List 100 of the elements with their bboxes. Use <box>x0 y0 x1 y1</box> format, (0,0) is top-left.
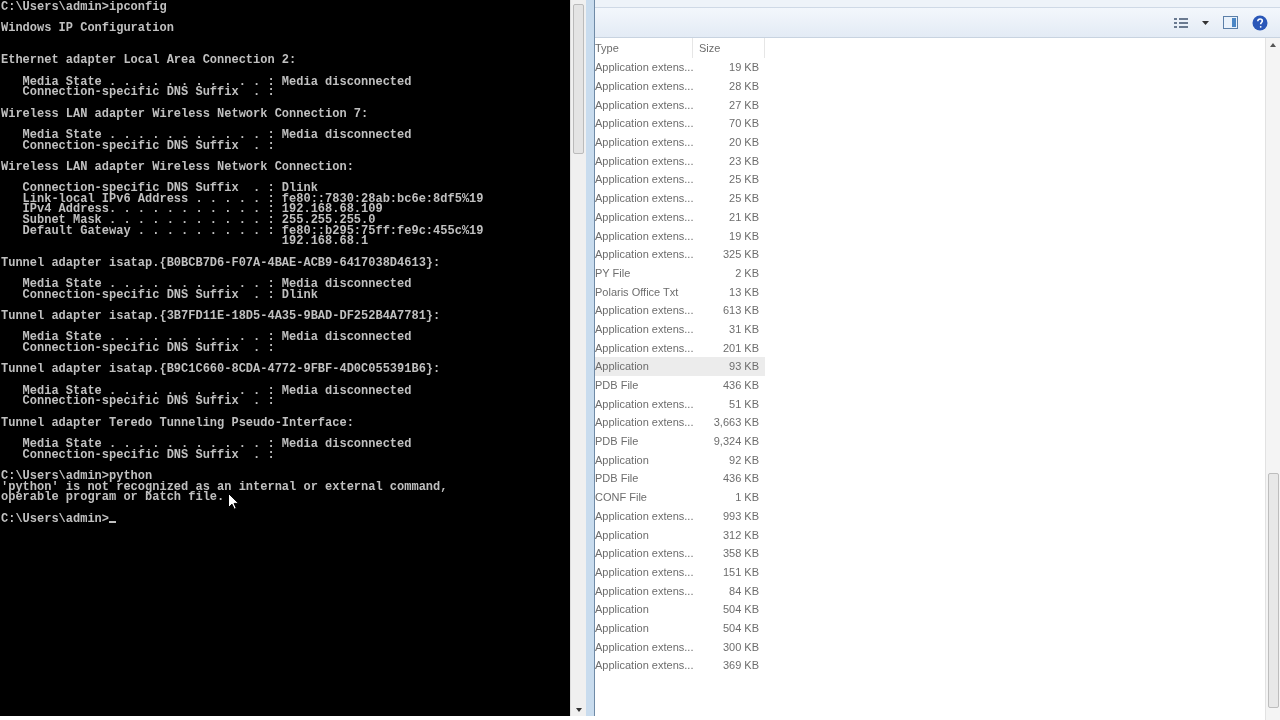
file-type: PDB File <box>595 434 640 449</box>
file-row[interactable]: Application extens... 3,663 KB <box>595 413 765 432</box>
file-size: 28 KB <box>728 79 759 94</box>
file-type: Application extens... <box>595 658 695 673</box>
file-type: Application extens... <box>595 340 695 355</box>
console-line: Tunnel adapter isatap.{B9C1C660-8CDA-4772-9FBF-4D0C055391B6}: <box>1 362 441 377</box>
file-row[interactable]: Application extens... 19 KB <box>595 226 765 245</box>
file-type: Application extens... <box>595 228 695 243</box>
console-line: C:\Users\admin>ipconfig <box>1 0 167 14</box>
console-line: C:\Users\admin>python <box>1 468 153 483</box>
file-size: 504 KB <box>721 620 759 635</box>
console-line: Tunnel adapter isatap.{B0BCB7D6-F07A-4BAE-ACB9-6417038D4613}: <box>1 255 441 270</box>
file-size: 300 KB <box>721 639 759 654</box>
console-line: Tunnel adapter Teredo Tunneling Pseudo-Interface: <box>1 415 354 430</box>
file-row[interactable]: Application 92 KB <box>595 450 765 470</box>
scroll-down-icon[interactable] <box>575 708 582 712</box>
file-size: 51 KB <box>728 396 759 411</box>
file-type: Application extens... <box>595 209 695 224</box>
column-header[interactable]: Type <box>595 38 693 58</box>
file-type: Application extens... <box>595 564 695 579</box>
file-row[interactable]: Application extens... 20 KB <box>595 132 765 152</box>
mouse-pointer-icon <box>228 493 239 510</box>
caret-icon[interactable] <box>1202 20 1209 25</box>
console-line: C:\Users\admin> <box>1 511 110 526</box>
file-size: 31 KB <box>728 321 759 336</box>
console-line: Windows IP Configuration <box>1 21 174 36</box>
file-row[interactable]: Application extens... 25 KB <box>595 170 765 189</box>
scrollbar[interactable] <box>1265 38 1280 720</box>
file-row[interactable]: Application 93 KB <box>595 357 765 376</box>
file-row[interactable]: Application 504 KB <box>595 599 765 619</box>
file-type: PY File <box>595 265 632 280</box>
file-size: 92 KB <box>728 452 759 467</box>
scroll-thumb[interactable] <box>1267 473 1279 708</box>
file-row[interactable]: Application extens... 325 KB <box>595 244 765 264</box>
file-size: 84 KB <box>728 583 759 598</box>
text-cursor <box>109 520 117 523</box>
console-line: Wireless LAN adapter Wireless Network Connection: <box>1 159 354 174</box>
file-row[interactable]: Application extens... 27 KB <box>595 95 765 115</box>
file-size: 20 KB <box>728 135 759 150</box>
file-row[interactable]: Application extens... 358 KB <box>595 543 765 563</box>
file-size: 23 KB <box>728 153 759 168</box>
file-row[interactable]: Application extens... 300 KB <box>595 637 765 656</box>
file-row[interactable]: Application extens... 23 KB <box>595 151 765 171</box>
file-type: Application extens... <box>595 172 695 187</box>
file-type: PDB File <box>595 378 640 393</box>
file-row[interactable]: Application extens... 21 KB <box>595 207 765 227</box>
scrollbar[interactable] <box>570 0 586 716</box>
column-header[interactable]: Size <box>693 38 765 58</box>
file-type: Application extens... <box>595 321 695 336</box>
console-line: Tunnel adapter isatap.{3B7FD11E-18D5-4A35-9BAD-DF252B4A7781}: <box>1 309 441 324</box>
console-line: Connection-specific DNS Suffix . : <box>21 138 275 153</box>
file-type: Application extens... <box>595 135 695 150</box>
view-options-icon[interactable] <box>1174 16 1188 29</box>
file-row[interactable]: Application extens... 70 KB <box>595 114 765 133</box>
file-row[interactable]: Polaris Office Txt 13 KB <box>595 282 765 301</box>
file-size: 436 KB <box>721 471 759 486</box>
file-row[interactable]: PY File 2 KB <box>595 263 765 283</box>
file-size: 9,324 KB <box>712 434 759 449</box>
file-row[interactable]: Application extens... 84 KB <box>595 581 765 600</box>
file-size: 13 KB <box>728 284 759 299</box>
console-line: operable program or batch file. <box>1 490 225 505</box>
file-type: Polaris Office Txt <box>595 284 680 299</box>
file-size: 3,663 KB <box>712 415 759 430</box>
file-size: 1 KB <box>734 490 759 505</box>
file-type: Application <box>595 602 650 617</box>
file-row[interactable]: Application extens... 993 KB <box>595 506 765 526</box>
file-type: Application extens... <box>595 247 695 262</box>
file-size: 613 KB <box>721 303 759 318</box>
file-row[interactable]: Application extens... 51 KB <box>595 394 765 414</box>
file-row[interactable]: Application extens... 28 KB <box>595 76 765 96</box>
file-row[interactable]: Application extens... 613 KB <box>595 300 765 320</box>
file-size: 312 KB <box>721 527 759 542</box>
file-row[interactable]: PDB File 436 KB <box>595 375 765 395</box>
file-size: 70 KB <box>728 116 759 131</box>
file-type: Application extens... <box>595 639 695 654</box>
file-row[interactable]: PDB File 436 KB <box>595 469 765 488</box>
file-row[interactable]: Application extens... 201 KB <box>595 338 765 357</box>
file-type: PDB File <box>595 471 640 486</box>
file-type: Application extens... <box>595 303 695 318</box>
file-row[interactable]: Application extens... 25 KB <box>595 188 765 208</box>
file-row[interactable]: CONF File 1 KB <box>595 487 765 507</box>
file-row[interactable]: Application 312 KB <box>595 525 765 544</box>
file-type: Application extens... <box>595 415 695 430</box>
scroll-up-icon[interactable] <box>1270 43 1276 47</box>
file-type: Application <box>595 527 650 542</box>
file-size: 21 KB <box>728 209 759 224</box>
file-row[interactable]: Application extens... 19 KB <box>595 58 765 77</box>
file-row[interactable]: Application extens... 151 KB <box>595 562 765 582</box>
file-row[interactable]: Application extens... 369 KB <box>595 656 765 675</box>
file-type: Application extens... <box>595 153 695 168</box>
file-row[interactable]: Application 504 KB <box>595 618 765 638</box>
file-type: Application extens... <box>595 546 695 561</box>
file-row[interactable]: Application extens... 31 KB <box>595 319 765 339</box>
preview-pane-icon[interactable] <box>1223 16 1238 29</box>
file-type: Application extens... <box>595 97 695 112</box>
help-icon[interactable] <box>1252 14 1268 31</box>
scroll-thumb[interactable] <box>573 4 584 154</box>
file-row[interactable]: PDB File 9,324 KB <box>595 431 765 451</box>
file-type: Application extens... <box>595 79 695 94</box>
file-type: Application <box>595 359 650 374</box>
